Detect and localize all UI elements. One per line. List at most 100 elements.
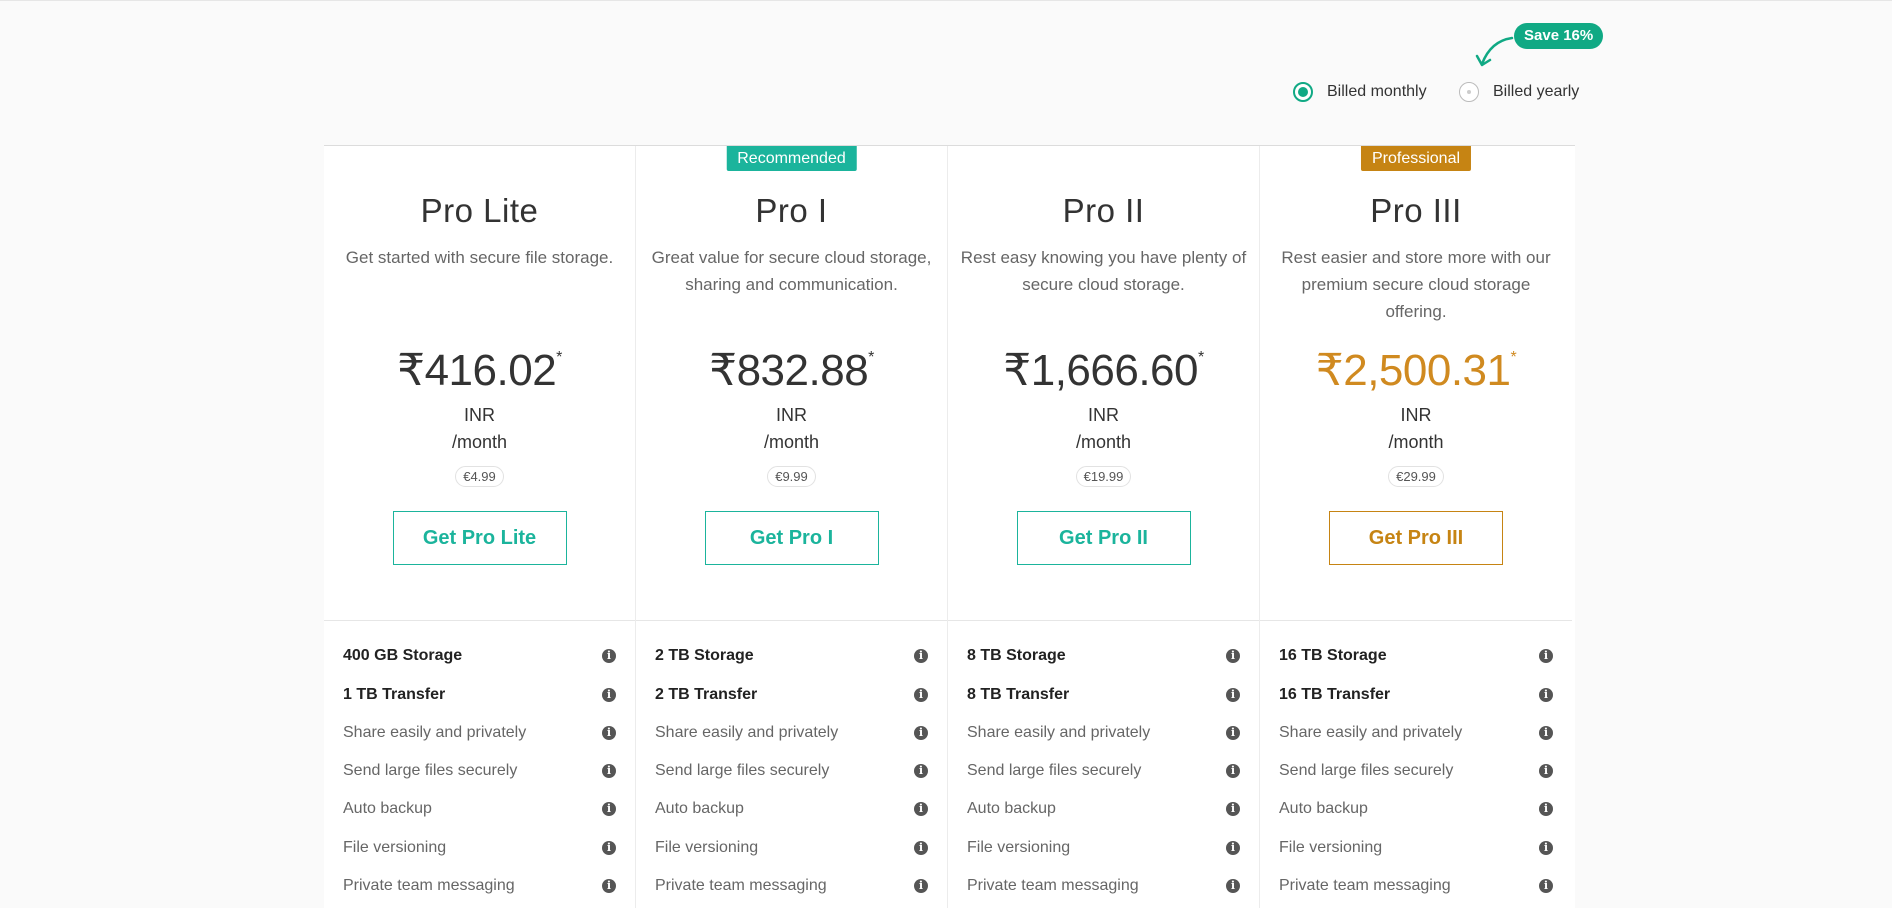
info-icon[interactable]: i bbox=[602, 841, 616, 855]
plan-period: /month bbox=[451, 432, 508, 452]
plan-period: /month bbox=[1388, 432, 1444, 452]
billed-yearly-option[interactable]: Billed yearly bbox=[1459, 82, 1579, 102]
plan-description: Rest easier and store more with our prem… bbox=[1281, 248, 1551, 321]
info-icon[interactable]: i bbox=[914, 688, 928, 702]
list-item: Send large files securely i bbox=[967, 758, 1240, 784]
info-icon[interactable]: i bbox=[1226, 802, 1240, 816]
feature-label: 8 TB Transfer bbox=[967, 686, 1070, 703]
info-icon[interactable]: i bbox=[1539, 879, 1553, 893]
info-icon[interactable]: i bbox=[1539, 802, 1553, 816]
info-icon[interactable]: i bbox=[1539, 764, 1553, 778]
list-item: File versioning i bbox=[343, 835, 616, 861]
feature-list: 16 TB Storage i 16 TB Transfer i Share eas… bbox=[1260, 620, 1572, 894]
get-pro-lite-button[interactable]: Get Pro Lite bbox=[392, 511, 567, 565]
plan-description: Get started with secure file storage. bbox=[345, 248, 614, 267]
billed-yearly-radio[interactable] bbox=[1459, 82, 1479, 102]
list-item: 8 TB Storage i bbox=[967, 643, 1240, 669]
feature-label: 400 GB Storage bbox=[343, 647, 463, 664]
info-icon[interactable]: i bbox=[1226, 879, 1240, 893]
plan-description: Rest easy knowing you have plenty of sec… bbox=[960, 248, 1247, 294]
curved-arrow-icon bbox=[1475, 36, 1514, 67]
plan-price: ₹1,666.60* bbox=[948, 345, 1259, 396]
info-icon[interactable]: i bbox=[602, 879, 616, 893]
info-icon[interactable]: i bbox=[914, 726, 928, 740]
plans-grid: Pro Lite Get started with secure file st… bbox=[324, 145, 1575, 908]
feature-label: Auto backup bbox=[655, 800, 744, 817]
price-value: ₹2,500.31 bbox=[1315, 346, 1511, 395]
feature-label: File versioning bbox=[655, 839, 759, 856]
plan-euro-price: €9.99 bbox=[767, 466, 816, 487]
list-item: Private team messaging i bbox=[343, 873, 616, 899]
billed-monthly-option[interactable]: Billed monthly bbox=[1293, 82, 1427, 102]
feature-label: Share easily and privately bbox=[967, 724, 1151, 741]
recommended-badge: Recommended bbox=[726, 146, 857, 171]
info-icon[interactable]: i bbox=[602, 726, 616, 740]
plan-currency: INR bbox=[1088, 405, 1119, 425]
list-item: 1 TB Transfer i bbox=[343, 682, 616, 708]
plan-description: Great value for secure cloud storage, sh… bbox=[651, 248, 932, 294]
info-icon[interactable]: i bbox=[914, 764, 928, 778]
plan-name: Pro II bbox=[1062, 192, 1145, 229]
list-item: 2 TB Storage i bbox=[655, 643, 928, 669]
info-icon[interactable]: i bbox=[1226, 649, 1240, 663]
info-icon[interactable]: i bbox=[1539, 726, 1553, 740]
plan-card-pro-i: Recommended Pro I Great value for secure… bbox=[636, 146, 948, 908]
feature-label: Send large files securely bbox=[967, 762, 1142, 779]
price-asterisk: * bbox=[1198, 349, 1204, 366]
plan-name: Pro Lite bbox=[420, 192, 539, 229]
feature-label: 8 TB Storage bbox=[967, 647, 1066, 664]
get-pro-ii-button[interactable]: Get Pro II bbox=[1016, 511, 1191, 565]
info-icon[interactable]: i bbox=[914, 841, 928, 855]
info-icon[interactable]: i bbox=[1539, 841, 1553, 855]
list-item: 16 TB Transfer i bbox=[1279, 682, 1553, 708]
feature-label: Send large files securely bbox=[655, 762, 830, 779]
price-asterisk: * bbox=[1510, 349, 1517, 366]
list-item: Private team messaging i bbox=[967, 873, 1240, 899]
info-icon[interactable]: i bbox=[914, 802, 928, 816]
plan-price: ₹2,500.31* bbox=[1260, 345, 1572, 396]
list-item: Share easily and privately i bbox=[1279, 720, 1553, 746]
feature-label: Send large files securely bbox=[1279, 762, 1454, 779]
billed-monthly-radio[interactable] bbox=[1293, 82, 1313, 102]
info-icon[interactable]: i bbox=[602, 764, 616, 778]
plan-price: ₹832.88* bbox=[636, 345, 947, 396]
feature-label: 16 TB Storage bbox=[1279, 647, 1387, 664]
price-asterisk: * bbox=[868, 349, 874, 366]
plan-currency: INR bbox=[464, 405, 495, 425]
get-pro-i-button[interactable]: Get Pro I bbox=[704, 511, 879, 565]
list-item: Send large files securely i bbox=[1279, 758, 1553, 784]
list-item: Send large files securely i bbox=[343, 758, 616, 784]
info-icon[interactable]: i bbox=[1226, 841, 1240, 855]
info-icon[interactable]: i bbox=[914, 879, 928, 893]
feature-label: Private team messaging bbox=[655, 877, 827, 894]
top-divider bbox=[0, 0, 1892, 1]
list-item: 16 TB Storage i bbox=[1279, 643, 1553, 669]
feature-label: 2 TB Storage bbox=[655, 647, 754, 664]
info-icon[interactable]: i bbox=[1539, 649, 1553, 663]
feature-list: 8 TB Storage i 8 TB Transfer i Share easil… bbox=[948, 620, 1259, 894]
plan-euro-price: €19.99 bbox=[1075, 466, 1132, 487]
plan-card-pro-iii: Professional Pro III Rest easier and sto… bbox=[1260, 146, 1572, 908]
price-value: ₹416.02 bbox=[397, 346, 557, 395]
info-icon[interactable]: i bbox=[1226, 726, 1240, 740]
feature-label: Share easily and privately bbox=[655, 724, 839, 741]
info-icon[interactable]: i bbox=[1539, 688, 1553, 702]
billed-yearly-label: Billed yearly bbox=[1493, 83, 1580, 100]
list-item: 8 TB Transfer i bbox=[967, 682, 1240, 708]
info-icon[interactable]: i bbox=[602, 688, 616, 702]
feature-label: 1 TB Transfer bbox=[343, 686, 446, 703]
info-icon[interactable]: i bbox=[914, 649, 928, 663]
feature-label: File versioning bbox=[967, 839, 1071, 856]
list-item: Auto backup i bbox=[655, 796, 928, 822]
info-icon[interactable]: i bbox=[602, 802, 616, 816]
get-pro-iii-button[interactable]: Get Pro III bbox=[1329, 511, 1503, 565]
feature-label: Private team messaging bbox=[1279, 877, 1451, 894]
feature-label: Auto backup bbox=[343, 800, 432, 817]
info-icon[interactable]: i bbox=[1226, 688, 1240, 702]
plan-currency: INR bbox=[1400, 405, 1432, 425]
list-item: File versioning i bbox=[655, 835, 928, 861]
feature-label: Private team messaging bbox=[967, 877, 1139, 894]
info-icon[interactable]: i bbox=[602, 649, 616, 663]
billed-monthly-label: Billed monthly bbox=[1327, 83, 1427, 100]
info-icon[interactable]: i bbox=[1226, 764, 1240, 778]
